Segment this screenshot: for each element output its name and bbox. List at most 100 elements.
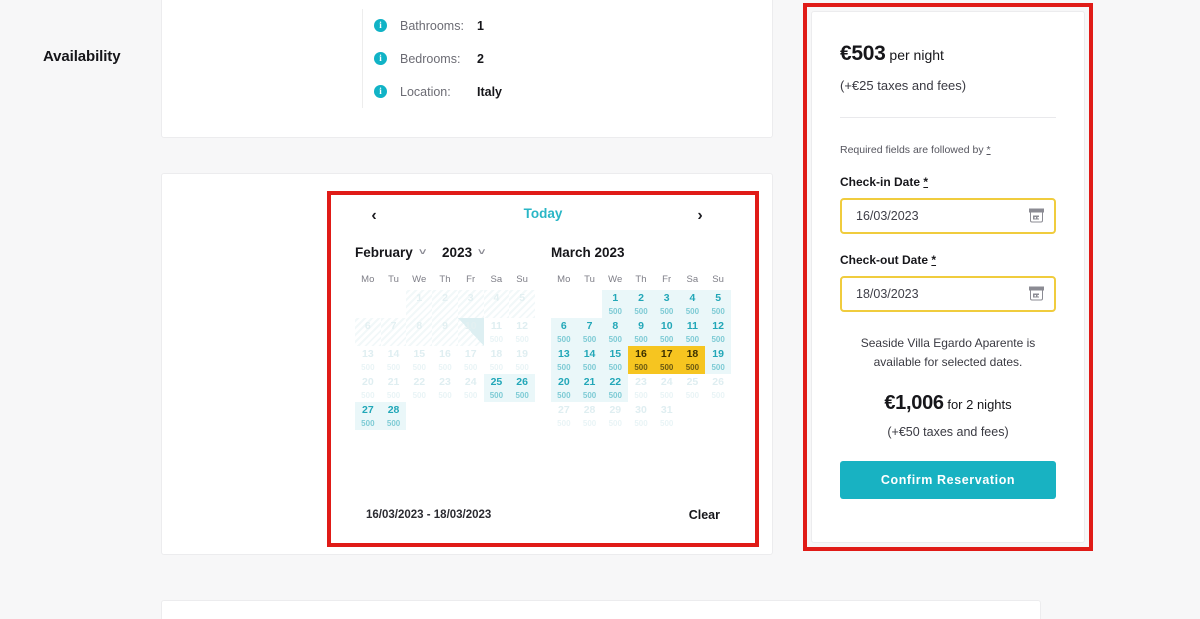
day-cell: 2 xyxy=(432,290,458,318)
day-number: 19 xyxy=(516,348,528,360)
day-cell[interactable]: 25500 xyxy=(484,374,510,402)
day-cell: 1 xyxy=(406,290,432,318)
day-cell[interactable]: 13500 xyxy=(551,346,577,374)
day-number: 17 xyxy=(465,348,477,360)
day-number: 4 xyxy=(494,292,500,304)
day-number: 21 xyxy=(584,376,596,388)
day-cell: 20500 xyxy=(355,374,381,402)
checkin-date-input[interactable] xyxy=(854,208,1042,224)
total-price-suffix: for 2 nights xyxy=(944,397,1012,412)
day-cell[interactable]: 10500 xyxy=(654,318,680,346)
day-number: 12 xyxy=(712,320,724,332)
day-number: 20 xyxy=(362,376,374,388)
day-cell[interactable]: 2500 xyxy=(628,290,654,318)
day-cell[interactable]: 22500 xyxy=(602,374,628,402)
day-cell[interactable]: 4500 xyxy=(680,290,706,318)
checkout-date-input-wrapper[interactable] xyxy=(840,276,1056,312)
month-select-february[interactable]: February ˅ xyxy=(355,245,425,260)
confirm-reservation-button[interactable]: Confirm Reservation xyxy=(840,461,1056,499)
calendar-footer: 16/03/2023 - 18/03/2023 Clear xyxy=(333,489,753,541)
day-cell-empty xyxy=(577,290,603,318)
chevron-right-icon[interactable]: › xyxy=(689,205,711,227)
clear-button[interactable]: Clear xyxy=(689,508,720,522)
day-price: 500 xyxy=(705,363,731,372)
day-cell[interactable]: 1500 xyxy=(602,290,628,318)
total-price: €1,006 xyxy=(884,392,943,414)
day-price: 500 xyxy=(355,391,381,400)
day-cell[interactable]: 11500 xyxy=(680,318,706,346)
calendar-icon[interactable] xyxy=(1030,288,1043,301)
day-cell[interactable]: 17500 xyxy=(654,346,680,374)
day-cell[interactable]: 18500 xyxy=(680,346,706,374)
day-price: 500 xyxy=(705,307,731,316)
info-icon: i xyxy=(374,19,387,32)
day-number: 8 xyxy=(612,320,618,332)
day-grid-february[interactable]: 1234567891011500125001350014500155001650… xyxy=(355,290,535,430)
day-cell[interactable]: 28500 xyxy=(381,402,407,430)
day-cell[interactable]: 21500 xyxy=(577,374,603,402)
checkin-date-input-wrapper[interactable] xyxy=(840,198,1056,234)
day-price: 500 xyxy=(432,363,458,372)
day-price: 500 xyxy=(458,363,484,372)
day-number: 13 xyxy=(362,348,374,360)
day-grid-march[interactable]: 1500250035004500550065007500850095001050… xyxy=(551,290,731,430)
day-cell: 23500 xyxy=(628,374,654,402)
day-cell: 29500 xyxy=(602,402,628,430)
day-cell: 8 xyxy=(406,318,432,346)
day-number: 11 xyxy=(687,320,698,332)
required-fields-note: Required fields are followed by * xyxy=(840,144,1056,156)
day-number: 1 xyxy=(416,292,422,304)
weekday-header-row: MoTuWeThFrSaSu xyxy=(355,274,535,285)
day-number: 7 xyxy=(391,320,397,332)
day-price: 500 xyxy=(381,363,407,372)
chevron-down-icon: ˅ xyxy=(478,248,485,257)
day-number: 26 xyxy=(516,376,528,388)
day-cell[interactable]: 20500 xyxy=(551,374,577,402)
day-price: 500 xyxy=(577,419,603,428)
day-cell-empty xyxy=(355,290,381,318)
availability-calendar[interactable]: ‹ Today › February ˅ 2023 ˅ MoTuWeThFrSa… xyxy=(333,197,753,541)
day-price: 500 xyxy=(551,363,577,372)
required-asterisk: * xyxy=(987,144,991,156)
day-price: 500 xyxy=(551,391,577,400)
day-cell-empty xyxy=(551,290,577,318)
year-select-february[interactable]: 2023 ˅ xyxy=(442,245,484,260)
day-cell[interactable]: 8500 xyxy=(602,318,628,346)
checkout-date-input[interactable] xyxy=(854,286,1042,302)
day-price: 500 xyxy=(381,419,407,428)
day-price: 500 xyxy=(680,363,706,372)
nightly-price-suffix: per night xyxy=(886,47,944,63)
day-price: 500 xyxy=(381,391,407,400)
day-price: 500 xyxy=(654,419,680,428)
day-cell[interactable]: 15500 xyxy=(602,346,628,374)
day-cell: 15500 xyxy=(406,346,432,374)
day-cell[interactable]: 6500 xyxy=(551,318,577,346)
day-number: 16 xyxy=(439,348,451,360)
day-cell[interactable]: 12500 xyxy=(705,318,731,346)
day-cell[interactable]: 7500 xyxy=(577,318,603,346)
day-number: 3 xyxy=(468,292,474,304)
day-cell: 28500 xyxy=(577,402,603,430)
calendar-icon[interactable] xyxy=(1030,210,1043,223)
day-cell[interactable]: 5500 xyxy=(705,290,731,318)
day-cell: 3 xyxy=(458,290,484,318)
day-cell[interactable]: 26500 xyxy=(509,374,535,402)
day-price: 500 xyxy=(458,391,484,400)
day-cell: 10 xyxy=(458,318,484,346)
day-number: 18 xyxy=(491,348,503,360)
page-root: i Bathrooms: 1 i Bedrooms: 2 i Location:… xyxy=(0,0,1200,619)
day-cell[interactable]: 16500 xyxy=(628,346,654,374)
day-cell[interactable]: 9500 xyxy=(628,318,654,346)
day-cell: 30500 xyxy=(628,402,654,430)
day-cell[interactable]: 19500 xyxy=(705,346,731,374)
day-price: 500 xyxy=(509,335,535,344)
day-cell[interactable]: 27500 xyxy=(355,402,381,430)
calendar-months: February ˅ 2023 ˅ MoTuWeThFrSaSu 1234567… xyxy=(333,239,753,430)
day-cell: 24500 xyxy=(654,374,680,402)
day-price: 500 xyxy=(484,363,510,372)
day-cell: 5 xyxy=(509,290,535,318)
day-price: 500 xyxy=(406,391,432,400)
day-cell[interactable]: 3500 xyxy=(654,290,680,318)
day-number: 20 xyxy=(558,376,570,388)
day-cell[interactable]: 14500 xyxy=(577,346,603,374)
